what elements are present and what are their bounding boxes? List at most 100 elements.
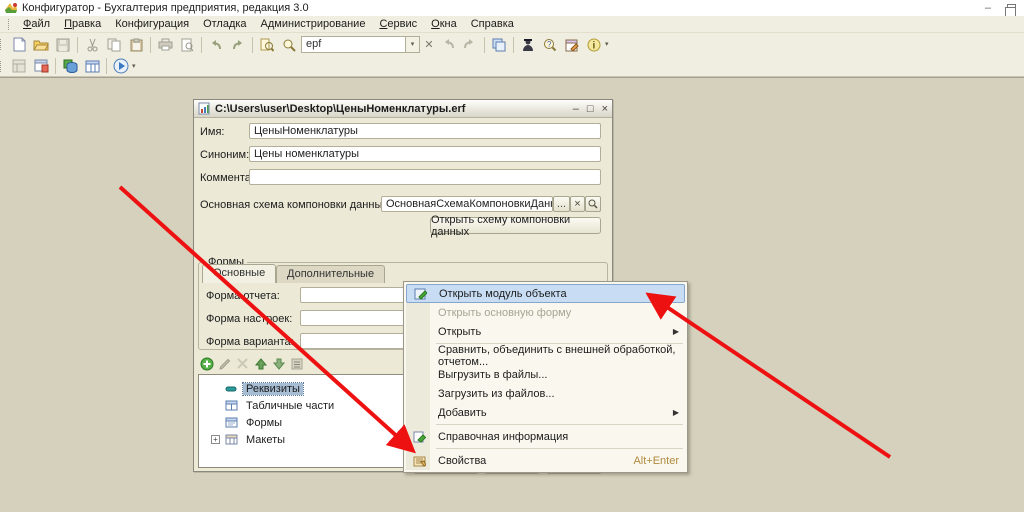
menu-windows[interactable]: Окна xyxy=(424,17,464,31)
find-previous-icon[interactable] xyxy=(438,36,458,54)
dcs-label: Основная схема компоновки данных: xyxy=(200,199,391,211)
search-input[interactable]: epf xyxy=(301,36,405,53)
menu-open-object-module[interactable]: Открыть модуль объекта xyxy=(406,284,685,303)
dcs-open-button-icon[interactable] xyxy=(585,196,601,212)
menu-file[interactable]: Файл xyxy=(16,17,57,31)
toolbar-grip xyxy=(0,61,3,72)
object-tree-toolbar xyxy=(199,356,304,371)
dialog-maximize-button[interactable]: □ xyxy=(587,103,594,115)
dialog-minimize-button[interactable]: – xyxy=(573,103,579,115)
menu-properties[interactable]: Свойства Alt+Enter xyxy=(406,451,685,470)
move-down-icon[interactable] xyxy=(271,356,286,371)
dcs-clear-button[interactable]: × xyxy=(570,196,585,212)
menu-configuration[interactable]: Конфигурация xyxy=(108,17,196,31)
name-field[interactable]: ЦеныНоменклатуры xyxy=(249,123,601,139)
configuration-window-icon[interactable] xyxy=(9,57,29,75)
tab-main-forms[interactable]: Основные xyxy=(202,264,276,283)
edit-icon[interactable] xyxy=(217,356,232,371)
info-icon[interactable]: i xyxy=(584,36,604,54)
report-form-label: Форма отчета: xyxy=(206,290,280,302)
properties-icon xyxy=(410,455,428,467)
copy-icon[interactable] xyxy=(104,36,124,54)
menu-compare-merge[interactable]: Сравнить, объединить с внешней обработко… xyxy=(406,346,685,365)
find-next-icon[interactable] xyxy=(460,36,480,54)
open-dcs-button[interactable]: Открыть схему компоновки данных xyxy=(430,217,601,234)
svg-text:?: ? xyxy=(547,40,552,49)
submenu-arrow-icon: ▶ xyxy=(673,327,679,336)
menu-edit[interactable]: Правка xyxy=(57,17,108,31)
menu-open[interactable]: Открыть ▶ xyxy=(406,322,685,341)
title-bar: Конфигуратор - Бухгалтерия предприятия, … xyxy=(0,0,1024,16)
dialog-close-button[interactable]: × xyxy=(602,103,608,115)
database-configuration-icon[interactable] xyxy=(31,57,51,75)
sort-icon[interactable] xyxy=(289,356,304,371)
attributes-icon xyxy=(224,383,238,395)
svg-text:i: i xyxy=(593,40,596,51)
reference-info-icon xyxy=(410,431,428,443)
search-dropdown-button[interactable]: ▾ xyxy=(405,36,420,53)
app-logo-1c-icon xyxy=(4,1,18,15)
expander-icon[interactable]: + xyxy=(211,435,220,444)
menu-bar: Файл Правка Конфигурация Отладка Админис… xyxy=(0,16,1024,33)
report-file-icon xyxy=(198,102,211,115)
menu-export-to-files[interactable]: Выгрузить в файлы... xyxy=(406,365,685,384)
start-debugging-icon[interactable] xyxy=(111,57,131,75)
toolbar-more-dropdown[interactable]: ▾ xyxy=(605,41,609,48)
add-icon[interactable] xyxy=(199,356,214,371)
print-preview-icon[interactable] xyxy=(177,36,197,54)
minimize-button[interactable]: – xyxy=(985,2,991,14)
name-label: Имя: xyxy=(200,126,224,138)
menu-reference-information[interactable]: Справочная информация xyxy=(406,427,685,446)
synonym-label: Синоним: xyxy=(200,149,249,161)
menu-debug[interactable]: Отладка xyxy=(196,17,253,31)
help-search-icon[interactable]: ? xyxy=(540,36,560,54)
configurator-window: Конфигуратор - Бухгалтерия предприятия, … xyxy=(0,0,1024,512)
menu-add[interactable]: Добавить ▶ xyxy=(406,403,685,422)
open-help-content-icon[interactable] xyxy=(562,36,582,54)
menu-open-main-form[interactable]: Открыть основную форму xyxy=(406,303,685,322)
restore-button[interactable] xyxy=(1007,4,1016,13)
search-clear-button[interactable]: ✕ xyxy=(421,36,437,53)
menu-administration[interactable]: Администрирование xyxy=(254,17,373,31)
comment-field[interactable] xyxy=(249,169,601,185)
standard-toolbar: epf ▾ ✕ ? i ▾ xyxy=(0,33,1024,56)
menu-separator xyxy=(436,424,683,425)
redo-icon[interactable] xyxy=(228,36,248,54)
search-icon[interactable] xyxy=(279,36,299,54)
menu-service[interactable]: Сервис xyxy=(372,17,424,31)
settings-form-label: Форма настроек: xyxy=(206,313,292,325)
print-icon[interactable] xyxy=(155,36,175,54)
menu-separator xyxy=(436,448,683,449)
find-in-file-icon[interactable] xyxy=(257,36,277,54)
table-icon[interactable] xyxy=(82,57,102,75)
delete-icon[interactable] xyxy=(235,356,250,371)
new-document-icon[interactable] xyxy=(9,36,29,54)
submenu-arrow-icon: ▶ xyxy=(673,408,679,417)
tab-additional-forms[interactable]: Дополнительные xyxy=(276,265,385,283)
dcs-choose-button[interactable]: ... xyxy=(553,196,570,212)
paste-icon[interactable] xyxy=(126,36,146,54)
forms-icon xyxy=(224,417,238,429)
global-search-combobox[interactable]: epf ▾ xyxy=(301,36,420,53)
database-icon[interactable] xyxy=(60,57,80,75)
toolbar-grip xyxy=(0,39,3,50)
open-file-icon[interactable] xyxy=(31,36,51,54)
dcs-field[interactable]: ОсновнаяСхемаКомпоновкиДанных xyxy=(381,196,553,212)
syntax-assistant-icon[interactable] xyxy=(518,36,538,54)
cut-icon[interactable] xyxy=(82,36,102,54)
configuration-toolbar: ▾ xyxy=(0,56,1024,77)
undo-icon[interactable] xyxy=(206,36,226,54)
context-menu: Открыть модуль объекта Открыть основную … xyxy=(403,281,688,473)
window-title: Конфигуратор - Бухгалтерия предприятия, … xyxy=(22,2,309,14)
dialog-title-bar[interactable]: C:\Users\user\Desktop\ЦеныНоменклатуры.e… xyxy=(194,100,612,118)
variant-form-label: Форма варианта: xyxy=(206,336,294,348)
save-icon[interactable] xyxy=(53,36,73,54)
debug-dropdown[interactable]: ▾ xyxy=(132,63,136,70)
menu-import-from-files[interactable]: Загрузить из файлов... xyxy=(406,384,685,403)
windows-list-icon[interactable] xyxy=(489,36,509,54)
tabular-sections-icon xyxy=(224,400,238,412)
synonym-field[interactable]: Цены номенклатуры xyxy=(249,146,601,162)
move-up-icon[interactable] xyxy=(253,356,268,371)
menu-help[interactable]: Справка xyxy=(464,17,521,31)
toolbar-grip xyxy=(8,19,11,30)
